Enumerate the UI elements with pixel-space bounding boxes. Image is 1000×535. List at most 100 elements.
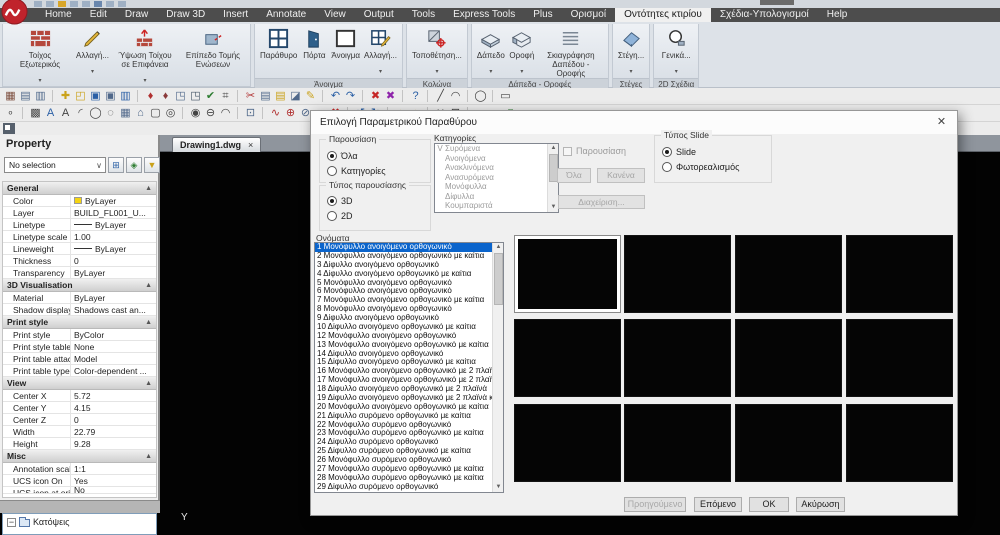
property-section-4[interactable]: Misc▲	[3, 450, 156, 463]
name-item[interactable]: 27 Μονόφυλλο συρόμενο ορθογωνικό με καίτ…	[315, 465, 492, 474]
next-button[interactable]: Επόμενο	[694, 497, 742, 512]
property-value[interactable]: ByColor	[71, 329, 156, 340]
name-item[interactable]: 13 Μονόφυλλο ανοιγόμενο ορθογωνικό με κα…	[315, 341, 492, 350]
slide-preview-1[interactable]	[624, 235, 731, 313]
radio-icon[interactable]	[327, 166, 337, 176]
ribbon-button-exterior-wall[interactable]: Τοίχος Εξωτερικός	[6, 26, 74, 87]
open-folder-icon[interactable]: ◰	[73, 89, 88, 104]
ribbon-button-floor-ceiling-shading[interactable]: Σκιαγράφηση Δαπέδου - Οροφής	[537, 26, 605, 78]
categories-listbox[interactable]: VΣυρόμεναΑνοιγόμεναΑνακλινόμεναΑνασυρόμε…	[434, 143, 559, 213]
name-item[interactable]: 28 Μονόφυλλο συρόμενο ορθογωνικό με καίτ…	[315, 474, 492, 483]
names-scrollbar[interactable]	[492, 243, 503, 492]
name-item[interactable]: 29 Δίφυλλο συρόμενο ορθογωνικό	[315, 483, 492, 492]
previous-button[interactable]: Προηγούμενο	[624, 497, 686, 512]
collapse-arrow-icon[interactable]: ▲	[145, 453, 152, 460]
presentation-checkbox[interactable]	[563, 147, 572, 156]
property-row[interactable]: LineweightByLayer	[3, 243, 156, 255]
property-section-1[interactable]: 3D Visualisation▲	[3, 279, 156, 292]
slide-preview-5[interactable]	[624, 319, 731, 397]
slide-preview-6[interactable]	[735, 319, 842, 397]
flyout-icon[interactable]	[3, 123, 15, 134]
slide-preview-3[interactable]	[846, 235, 953, 313]
property-value[interactable]: Model	[71, 353, 156, 364]
property-section-0[interactable]: General▲	[3, 182, 156, 195]
paste-icon[interactable]: ▤	[273, 89, 288, 104]
name-item[interactable]: 5 Μονόφυλλο ανοιγόμενο ορθογωνικό	[315, 279, 492, 288]
property-row[interactable]: Print style tableNone	[3, 341, 156, 353]
name-item[interactable]: 9 Δίφυλλο ανοιγόμενο ορθογωνικό	[315, 314, 492, 323]
qat-icon[interactable]	[82, 1, 90, 7]
selection-dropdown[interactable]: No selection	[4, 157, 106, 173]
radio--[interactable]: Κατηγορίες	[320, 163, 430, 178]
property-value[interactable]: ByLayer	[71, 267, 156, 278]
radio--[interactable]: Όλα	[320, 148, 430, 163]
copy-icon[interactable]: ▤	[258, 89, 273, 104]
qat-icon[interactable]	[118, 1, 126, 7]
qat-icon[interactable]	[106, 1, 114, 7]
radio-icon[interactable]	[662, 147, 672, 157]
qat-icon[interactable]	[70, 1, 78, 7]
category-item[interactable]: Ανακλινόμενα	[435, 163, 558, 173]
slide-preview-7[interactable]	[846, 319, 953, 397]
property-value[interactable]: Shadows cast an...	[71, 304, 156, 315]
plot-batch-icon[interactable]: ♦	[158, 89, 173, 104]
qat-icon[interactable]	[34, 1, 42, 7]
property-row[interactable]: TransparencyByLayer	[3, 267, 156, 279]
name-item[interactable]: 17 Μονόφυλλο ανοιγόμενο ορθογωνικό με 2 …	[315, 376, 492, 385]
tab-close-icon[interactable]: ×	[248, 140, 253, 150]
property-row[interactable]: Linetype scale1.00	[3, 231, 156, 243]
circle2-icon[interactable]: ◯	[88, 106, 103, 121]
category-item[interactable]: Ανασυρόμενα	[435, 173, 558, 183]
ribbon-button-opening[interactable]: Άνοιγμα	[329, 26, 362, 60]
menu-item-13[interactable]: Σχέδια-Υπολογισμοί	[711, 8, 818, 22]
name-item[interactable]: 7 Μονόφυλλο ανοιγόμενο ορθογωνικό με καί…	[315, 296, 492, 305]
bld-sheet-icon[interactable]: ▥	[33, 89, 48, 104]
publish-icon[interactable]: ◳	[188, 89, 203, 104]
arc-icon[interactable]: ◠	[448, 89, 463, 104]
menu-item-12[interactable]: Οντότητες κτιρίου	[615, 8, 711, 22]
name-item[interactable]: 10 Δίφυλλο ανοιγόμενο ορθογωνικό με καίτ…	[315, 323, 492, 332]
block-icon[interactable]: ▦	[118, 106, 133, 121]
property-row[interactable]: Width22.79	[3, 426, 156, 438]
name-item[interactable]: 26 Μονόφυλλο συρόμενο ορθογωνικό	[315, 456, 492, 465]
property-value[interactable]: ByLayer	[71, 195, 156, 206]
purge-icon[interactable]: ✖	[383, 89, 398, 104]
collapse-arrow-icon[interactable]: ▲	[145, 319, 152, 326]
property-value[interactable]: 4.15	[71, 402, 156, 413]
erase-icon[interactable]: ✖	[368, 89, 383, 104]
toggle-pickadd-icon[interactable]: ◈	[126, 157, 142, 173]
menu-item-8[interactable]: Tools	[403, 8, 444, 22]
ok-button[interactable]: OK	[749, 497, 789, 512]
dialog-titlebar[interactable]: Επιλογή Παραμετρικού Παραθύρου	[311, 111, 957, 134]
bld-library-icon[interactable]: ▤	[18, 89, 33, 104]
find-icon[interactable]: ⌗	[218, 89, 233, 104]
radio-icon[interactable]	[327, 151, 337, 161]
property-section-2[interactable]: Print style▲	[3, 316, 156, 329]
quick-select-icon[interactable]: ⊞	[108, 157, 124, 173]
category-item[interactable]: Ανοιγόμενα	[435, 154, 558, 164]
menu-item-0[interactable]: Home	[36, 8, 81, 22]
ribbon-button-joint-section-plane[interactable]: Επίπεδο Τομής Ενώσεων	[179, 26, 247, 69]
name-item[interactable]: 21 Δίφυλλο συρόμενο ορθογωνικό με καίτια	[315, 412, 492, 421]
new-file-icon[interactable]: ✚	[58, 89, 73, 104]
property-value[interactable]: ByLayer	[71, 219, 156, 230]
property-row[interactable]: Print table attache...Model	[3, 353, 156, 365]
qat-icon[interactable]	[58, 1, 66, 7]
name-item[interactable]: 8 Μονόφυλλο ανοιγόμενο ορθογωνικό	[315, 305, 492, 314]
name-item[interactable]: 6 Μονόφυλλο ανοιγόμενο ορθογωνικό	[315, 287, 492, 296]
qsave-icon[interactable]: ▣	[103, 89, 118, 104]
slide-preview-8[interactable]	[514, 404, 621, 482]
property-row[interactable]: Shadow displayShadows cast an...	[3, 304, 156, 316]
menu-item-1[interactable]: Edit	[81, 8, 116, 22]
property-row[interactable]: ColorByLayer	[3, 195, 156, 207]
mtext-icon[interactable]: A	[43, 106, 58, 121]
name-item[interactable]: 24 Δίφυλλο συρόμενο ορθογωνικό	[315, 438, 492, 447]
name-item[interactable]: 12 Μονόφυλλο ανοιγόμενο ορθογωνικό	[315, 332, 492, 341]
ellipse-icon[interactable]: ◌	[103, 106, 118, 121]
scroll-down-icon[interactable]	[493, 483, 504, 492]
app-logo-icon[interactable]	[1, 0, 28, 25]
point-icon[interactable]: ∘	[3, 106, 18, 121]
radio-slide[interactable]: Slide	[655, 144, 771, 159]
category-item[interactable]: Κουμπαριστά	[435, 201, 558, 211]
preview-icon[interactable]: ◳	[173, 89, 188, 104]
